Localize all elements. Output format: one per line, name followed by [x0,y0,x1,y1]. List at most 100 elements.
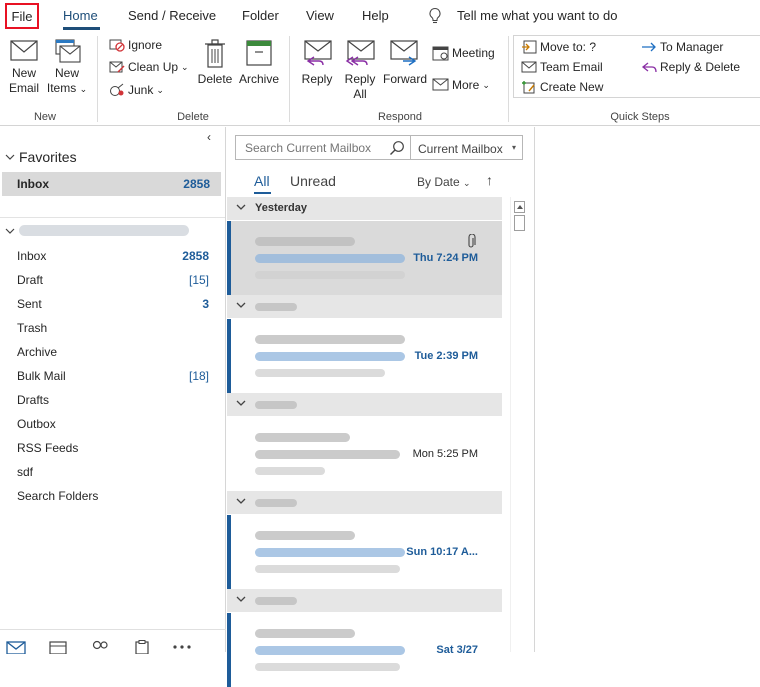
group-divider [97,36,98,122]
message-preview-redacted [255,565,400,573]
reply-all-button[interactable]: Reply All [340,38,380,102]
archive-label: Archive [238,72,279,86]
search-icon[interactable] [389,140,405,156]
tell-me-search[interactable]: Tell me what you want to do [457,8,617,23]
new-items-label-2: Items [46,81,77,95]
qs-team-email-label: Team Email [540,60,603,74]
filter-unread-tab[interactable]: Unread [290,173,336,189]
chevron-down-icon: ⌄ [482,79,490,90]
folder-count: [15] [188,273,209,287]
message-item[interactable]: Sat 3/27 [227,613,502,687]
active-tab-indicator [63,27,100,30]
qs-create-new-button[interactable]: Create New [521,78,603,96]
message-item[interactable]: Tue 2:39 PM [227,319,502,393]
delete-button[interactable]: Delete [196,38,234,87]
account-header[interactable] [5,225,189,236]
more-icon[interactable] [171,644,193,650]
filter-all-tab[interactable]: All [254,173,270,189]
folder-count: 3 [202,297,209,311]
team-email-icon [521,61,537,73]
tab-view[interactable]: View [306,8,334,23]
message-group-header[interactable] [227,393,502,416]
folder-pane: ‹ Favorites Inbox 2858 Inbox 2858 Draft [15… [0,127,226,654]
lightbulb-icon [429,7,441,24]
junk-button[interactable]: Junk ⌄ [109,81,164,99]
folder-item[interactable]: sdf [17,465,213,485]
folder-item[interactable]: Outbox [17,417,213,437]
folder-item[interactable]: Drafts [17,393,213,413]
scrollbar[interactable] [510,197,527,652]
more-respond-button[interactable]: More ⌄ [432,76,490,94]
new-items-button[interactable]: New Items ⌄ [46,38,88,97]
sort-by-dropdown[interactable]: By Date ⌄ [417,175,471,189]
more-respond-icon [432,78,449,91]
message-group-header[interactable] [227,491,502,514]
collapse-pane-icon[interactable]: ‹ [207,130,211,144]
folder-label: Bulk Mail [17,369,66,383]
folder-count: 2858 [182,249,209,263]
archive-button[interactable]: Archive [237,38,281,87]
message-group-label-redacted [255,303,297,311]
message-subject-redacted [255,254,405,263]
ignore-button[interactable]: Ignore [109,36,162,54]
meeting-button[interactable]: Meeting [432,44,495,62]
qs-move-to-button[interactable]: Move to: ? [521,38,596,56]
message-group-header[interactable]: Yesterday [227,197,502,220]
group-divider [289,36,290,122]
message-group-header[interactable] [227,295,502,318]
reply-button[interactable]: Reply [297,38,337,87]
unread-indicator [227,319,231,393]
folder-item[interactable]: RSS Feeds [17,441,213,461]
qs-team-email-button[interactable]: Team Email [521,58,603,76]
message-sender-redacted [255,629,355,638]
search-input[interactable] [236,136,386,159]
envelope-icon [10,40,38,61]
folder-item[interactable]: Archive [17,345,213,365]
scroll-up-button[interactable] [514,201,525,213]
folder-item[interactable]: Search Folders [17,489,213,509]
message-item[interactable]: Sun 10:17 A... [227,515,502,589]
tab-file-label: File [11,8,33,24]
message-item[interactable]: Thu 7:24 PM [227,221,502,295]
message-item[interactable]: Mon 5:25 PM [227,417,502,491]
forward-button[interactable]: Forward [382,38,428,87]
clean-up-icon [109,61,125,73]
folder-label: Sent [17,297,42,311]
archive-icon [246,40,272,66]
group-divider [508,36,509,122]
folder-label: Archive [17,345,58,359]
folder-item[interactable]: Bulk Mail [18] [17,369,213,389]
search-scope-dropdown[interactable]: Current Mailbox ▾ [411,135,523,160]
folder-label: Inbox [17,249,47,263]
favorites-header[interactable]: Favorites [5,149,77,165]
tab-home[interactable]: Home [63,8,98,23]
tab-folder[interactable]: Folder [242,8,279,23]
folder-item[interactable]: Draft [15] [17,273,213,293]
new-email-button[interactable]: New Email [6,38,42,96]
search-box[interactable] [235,135,411,160]
chevron-down-icon [236,400,246,406]
reply-label: Reply [301,72,333,86]
folder-item[interactable]: Inbox 2858 [17,249,213,269]
qs-to-manager-button[interactable]: To Manager [641,38,723,56]
favorite-inbox[interactable]: Inbox 2858 [2,172,221,196]
ribbon: New Email New Items ⌄ New Ignore Clean U… [0,32,760,126]
chevron-down-icon: ⌄ [79,84,88,94]
scroll-thumb[interactable] [514,215,525,231]
folder-item[interactable]: Sent 3 [17,297,213,317]
folder-item[interactable]: Trash [17,321,213,341]
tab-send-receive[interactable]: Send / Receive [128,8,216,23]
clean-up-button[interactable]: Clean Up ⌄ [109,58,189,76]
favorite-inbox-label: Inbox [17,177,49,191]
message-group-header[interactable] [227,589,502,612]
chevron-down-icon: ⌄ [156,84,164,95]
tab-file[interactable]: File [5,3,39,29]
sort-direction-icon[interactable]: ↑ [486,172,493,188]
paperclip-icon [468,234,476,248]
chevron-down-icon [5,154,15,160]
qs-reply-delete-button[interactable]: Reply & Delete [641,58,740,76]
qs-create-new-label: Create New [540,80,604,94]
message-subject-redacted [255,646,405,655]
tab-help[interactable]: Help [362,8,389,23]
message-sender-redacted [255,433,350,442]
